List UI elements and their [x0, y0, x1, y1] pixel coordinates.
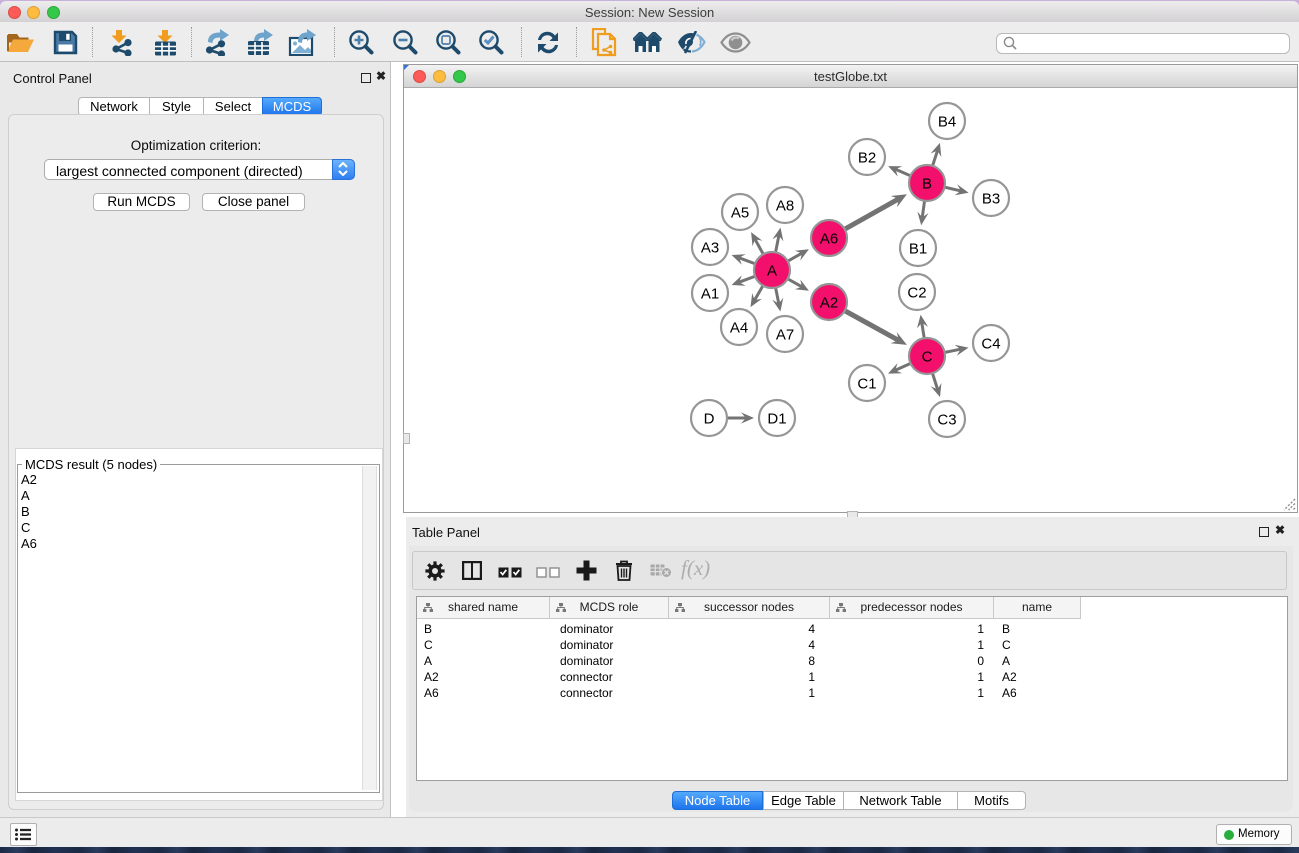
svg-text:B4: B4	[938, 113, 956, 130]
svg-text:A4: A4	[730, 319, 748, 336]
svg-text:A7: A7	[776, 326, 794, 343]
svg-text:C2: C2	[907, 284, 926, 301]
svg-text:C1: C1	[857, 375, 876, 392]
svg-text:C: C	[922, 348, 933, 365]
svg-text:A8: A8	[776, 197, 794, 214]
svg-text:B3: B3	[982, 190, 1000, 207]
svg-text:D: D	[704, 410, 715, 427]
svg-text:D1: D1	[767, 410, 786, 427]
svg-text:B2: B2	[858, 149, 876, 166]
svg-text:B: B	[922, 175, 932, 192]
svg-text:A: A	[767, 262, 777, 279]
svg-text:C4: C4	[981, 335, 1000, 352]
svg-text:A1: A1	[701, 285, 719, 302]
svg-text:A3: A3	[701, 239, 719, 256]
svg-text:C3: C3	[937, 411, 956, 428]
svg-text:A5: A5	[731, 204, 749, 221]
svg-text:A6: A6	[820, 230, 838, 247]
svg-text:A2: A2	[820, 294, 838, 311]
svg-text:B1: B1	[909, 240, 927, 257]
